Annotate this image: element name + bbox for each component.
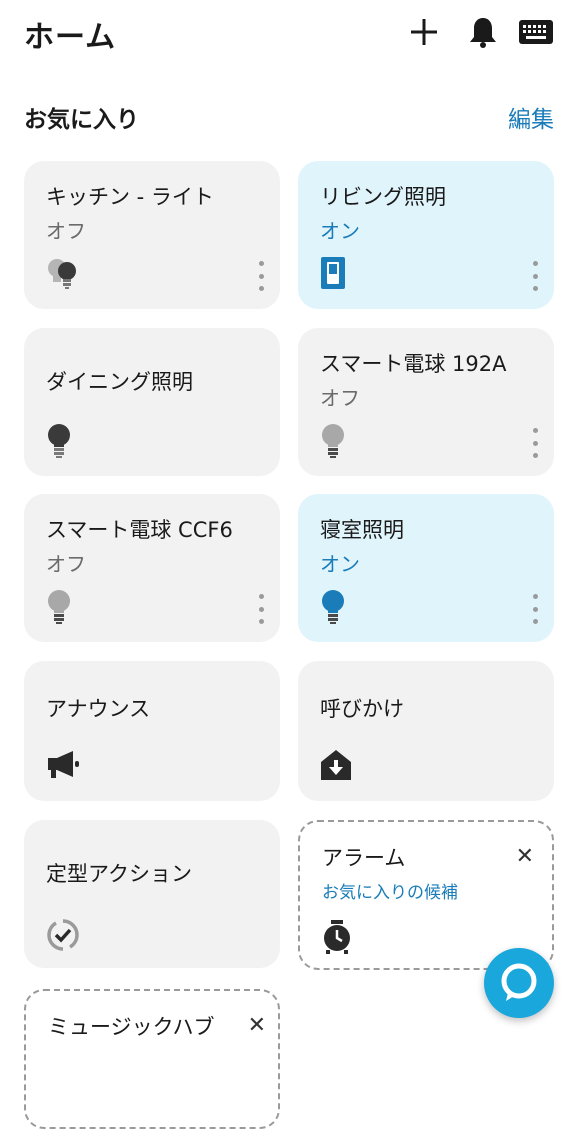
bulb-icon [46, 423, 76, 459]
switch-icon [320, 256, 350, 292]
close-icon[interactable]: ✕ [516, 844, 534, 869]
drop-in-icon [320, 749, 354, 785]
more-options-icon[interactable] [254, 594, 268, 624]
add-icon[interactable] [406, 14, 442, 50]
notification-bell-icon[interactable] [465, 14, 501, 50]
alexa-button[interactable] [484, 948, 554, 1018]
card-status: オフ [46, 552, 86, 576]
routine-icon [46, 918, 82, 954]
card-name: ダイニング照明 [46, 370, 193, 394]
light-group-icon [46, 256, 82, 292]
card-name: リビング照明 [320, 185, 446, 209]
card-kitchen-light[interactable]: キッチン - ライト オフ [24, 161, 280, 309]
card-announcement[interactable]: アナウンス [24, 661, 280, 801]
card-smart-bulb-ccf6[interactable]: スマート電球 CCF6 オフ [24, 494, 280, 642]
card-name: キッチン - ライト [46, 185, 214, 209]
app-header: ホーム [0, 0, 578, 70]
card-name: アラーム [322, 846, 406, 870]
alarm-clock-icon [322, 920, 352, 956]
card-living-light[interactable]: リビング照明 オン [298, 161, 554, 309]
card-name: アナウンス [46, 697, 151, 721]
card-name: 定型アクション [46, 862, 192, 886]
card-dining-light[interactable]: ダイニング照明 [24, 328, 280, 476]
more-options-icon[interactable] [528, 261, 542, 291]
card-name: スマート電球 CCF6 [46, 518, 233, 542]
card-name: ミュージックハブ [48, 1015, 215, 1039]
card-status: オン [320, 552, 360, 576]
card-routines[interactable]: 定型アクション [24, 820, 280, 968]
card-bedroom-light[interactable]: 寝室照明 オン [298, 494, 554, 642]
more-options-icon[interactable] [254, 261, 268, 291]
close-icon[interactable]: ✕ [248, 1013, 266, 1038]
card-status: オフ [320, 386, 360, 410]
favorites-heading: お気に入り [24, 107, 139, 133]
card-drop-in[interactable]: 呼びかけ [298, 661, 554, 801]
page-title: ホーム [24, 20, 117, 55]
card-status: オフ [46, 219, 86, 243]
card-name: 寝室照明 [320, 518, 404, 542]
more-options-icon[interactable] [528, 594, 542, 624]
suggestion-label: お気に入りの候補 [322, 883, 458, 903]
card-name: 呼びかけ [320, 697, 404, 721]
bulb-icon [320, 589, 350, 625]
card-status: オン [320, 219, 360, 243]
alexa-icon [501, 963, 537, 1001]
more-options-icon[interactable] [528, 428, 542, 458]
keyboard-icon[interactable] [518, 14, 554, 50]
bulb-icon [320, 423, 350, 459]
card-smart-bulb-192a[interactable]: スマート電球 192A オフ [298, 328, 554, 476]
card-name: スマート電球 192A [320, 352, 507, 376]
card-music-hub-suggestion[interactable]: ミュージックハブ ✕ [24, 989, 280, 1129]
edit-button[interactable]: 編集 [508, 100, 554, 134]
bulb-icon [46, 589, 76, 625]
megaphone-icon [46, 749, 82, 785]
